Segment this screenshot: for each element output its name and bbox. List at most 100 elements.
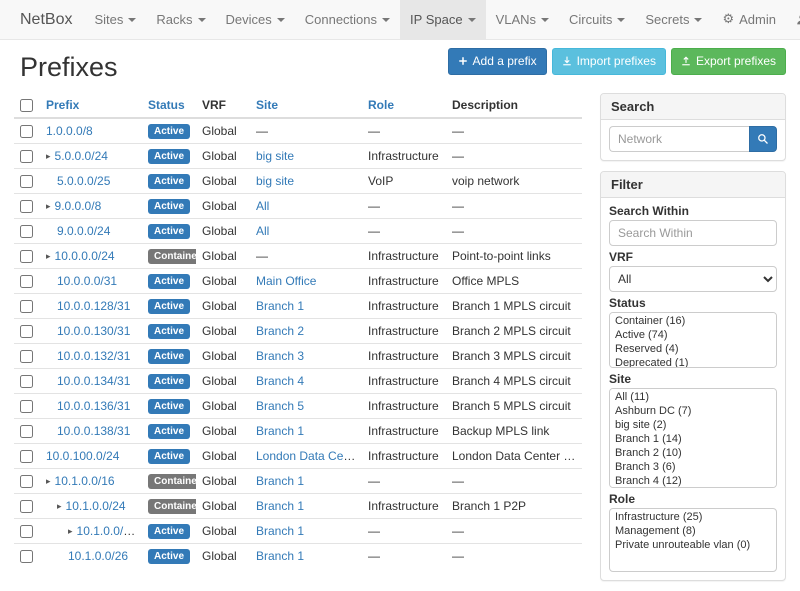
vrf-cell: Global <box>196 219 250 244</box>
prefix-link[interactable]: 10.0.0.130/31 <box>57 324 130 338</box>
filter-option[interactable]: Reserved (4) <box>611 342 775 356</box>
site-link[interactable]: All <box>256 224 269 238</box>
prefix-link[interactable]: 10.0.0.132/31 <box>57 349 130 363</box>
site-link[interactable]: Branch 1 <box>256 474 304 488</box>
search-within-input[interactable] <box>609 220 777 246</box>
import-prefixes-button[interactable]: Import prefixes <box>552 48 666 75</box>
header-site[interactable]: Site <box>250 93 362 118</box>
prefix-link[interactable]: 10.0.0.138/31 <box>57 424 130 438</box>
nav-item-racks[interactable]: Racks <box>146 0 215 39</box>
nav-item-devices[interactable]: Devices <box>216 0 295 39</box>
search-button[interactable] <box>749 126 777 152</box>
expand-arrow-icon[interactable]: ▸ <box>46 476 51 486</box>
site-link[interactable]: Branch 2 <box>256 324 304 338</box>
nav-item-secrets[interactable]: Secrets <box>635 0 712 39</box>
header-status[interactable]: Status <box>142 93 196 118</box>
nav-item-admin[interactable]: ⚙ Admin <box>712 0 786 39</box>
filter-option[interactable]: Branch 4 (12) <box>611 474 775 488</box>
prefix-link[interactable]: 10.0.0.0/31 <box>57 274 117 288</box>
filter-option[interactable]: Container (16) <box>611 314 775 328</box>
role-listbox[interactable]: Infrastructure (25)Management (8)Private… <box>609 508 777 572</box>
row-checkbox[interactable] <box>20 525 33 538</box>
site-link[interactable]: Branch 3 <box>256 349 304 363</box>
site-link[interactable]: big site <box>256 174 294 188</box>
add-prefix-button[interactable]: Add a prefix <box>448 48 547 75</box>
site-link[interactable]: Main Office <box>256 274 316 288</box>
expand-arrow-icon[interactable]: ▸ <box>46 151 51 161</box>
row-checkbox[interactable] <box>20 150 33 163</box>
nav-item-sites[interactable]: Sites <box>84 0 146 39</box>
export-prefixes-button[interactable]: Export prefixes <box>671 48 786 75</box>
row-checkbox[interactable] <box>20 125 33 138</box>
filter-option[interactable]: Infrastructure (25) <box>611 510 775 524</box>
filter-option[interactable]: Branch 2 (10) <box>611 446 775 460</box>
filter-option[interactable]: Active (74) <box>611 328 775 342</box>
nav-item-connections[interactable]: Connections <box>295 0 400 39</box>
vrf-select[interactable]: All <box>609 266 777 292</box>
filter-option[interactable]: Management (8) <box>611 524 775 538</box>
prefix-link[interactable]: 10.0.0.136/31 <box>57 399 130 413</box>
filter-option[interactable]: Deprecated (1) <box>611 356 775 368</box>
row-checkbox[interactable] <box>20 450 33 463</box>
header-role[interactable]: Role <box>362 93 446 118</box>
header-prefix[interactable]: Prefix <box>40 93 142 118</box>
site-link[interactable]: All <box>256 199 269 213</box>
prefix-link[interactable]: 10.0.100.0/24 <box>46 449 119 463</box>
prefix-link[interactable]: 10.1.0.0/26 <box>68 549 128 563</box>
search-input[interactable] <box>609 126 749 152</box>
select-all-checkbox[interactable] <box>20 99 33 112</box>
filter-option[interactable]: Private unrouteable vlan (0) <box>611 538 775 552</box>
row-checkbox[interactable] <box>20 475 33 488</box>
row-checkbox[interactable] <box>20 250 33 263</box>
row-checkbox[interactable] <box>20 350 33 363</box>
site-link[interactable]: Branch 5 <box>256 399 304 413</box>
row-checkbox[interactable] <box>20 300 33 313</box>
filter-option[interactable]: Branch 1 (14) <box>611 432 775 446</box>
prefix-link[interactable]: 5.0.0.0/24 <box>55 149 108 163</box>
site-link[interactable]: Branch 1 <box>256 499 304 513</box>
prefix-link[interactable]: 10.0.0.134/31 <box>57 374 130 388</box>
site-link[interactable]: Branch 4 <box>256 374 304 388</box>
filter-option[interactable]: Branch 3 (6) <box>611 460 775 474</box>
expand-arrow-icon[interactable]: ▸ <box>57 501 62 511</box>
site-listbox[interactable]: All (11)Ashburn DC (7)big site (2)Branch… <box>609 388 777 488</box>
row-checkbox[interactable] <box>20 425 33 438</box>
filter-option[interactable]: All (11) <box>611 390 775 404</box>
status-listbox[interactable]: Container (16)Active (74)Reserved (4)Dep… <box>609 312 777 368</box>
brand-logo[interactable]: NetBox <box>8 0 84 39</box>
site-link[interactable]: Branch 1 <box>256 299 304 313</box>
filter-option[interactable]: big site (2) <box>611 418 775 432</box>
site-link[interactable]: Branch 1 <box>256 424 304 438</box>
row-checkbox[interactable] <box>20 175 33 188</box>
site-link[interactable]: Branch 1 <box>256 549 304 563</box>
row-checkbox[interactable] <box>20 500 33 513</box>
nav-item-ip-space[interactable]: IP Space <box>400 0 486 39</box>
row-checkbox[interactable] <box>20 550 33 563</box>
row-checkbox[interactable] <box>20 400 33 413</box>
site-link[interactable]: London Data Center <box>256 449 362 463</box>
prefix-link[interactable]: 10.1.0.0/16 <box>55 474 115 488</box>
site-link[interactable]: big site <box>256 149 294 163</box>
nav-item-profile[interactable]: Profile <box>786 0 800 39</box>
prefix-link[interactable]: 10.0.0.0/24 <box>55 249 115 263</box>
expand-arrow-icon[interactable]: ▸ <box>68 526 73 536</box>
filter-option[interactable]: Ashburn DC (7) <box>611 404 775 418</box>
prefix-link[interactable]: 1.0.0.0/8 <box>46 124 93 138</box>
prefix-link[interactable]: 9.0.0.0/8 <box>55 199 102 213</box>
nav-item-vlans[interactable]: VLANs <box>486 0 559 39</box>
row-checkbox[interactable] <box>20 200 33 213</box>
row-checkbox[interactable] <box>20 275 33 288</box>
prefix-link[interactable]: 10.1.0.0/24 <box>66 499 126 513</box>
expand-arrow-icon[interactable]: ▸ <box>46 251 51 261</box>
site-link[interactable]: Branch 1 <box>256 524 304 538</box>
row-checkbox-cell <box>14 344 40 369</box>
expand-arrow-icon[interactable]: ▸ <box>46 201 51 211</box>
row-checkbox[interactable] <box>20 325 33 338</box>
row-checkbox[interactable] <box>20 375 33 388</box>
prefix-link[interactable]: 10.0.0.128/31 <box>57 299 130 313</box>
row-checkbox[interactable] <box>20 225 33 238</box>
prefix-link[interactable]: 9.0.0.0/24 <box>57 224 110 238</box>
nav-item-circuits[interactable]: Circuits <box>559 0 635 39</box>
prefix-link[interactable]: 5.0.0.0/25 <box>57 174 110 188</box>
prefix-link[interactable]: 10.1.0.0/25 <box>77 524 137 538</box>
